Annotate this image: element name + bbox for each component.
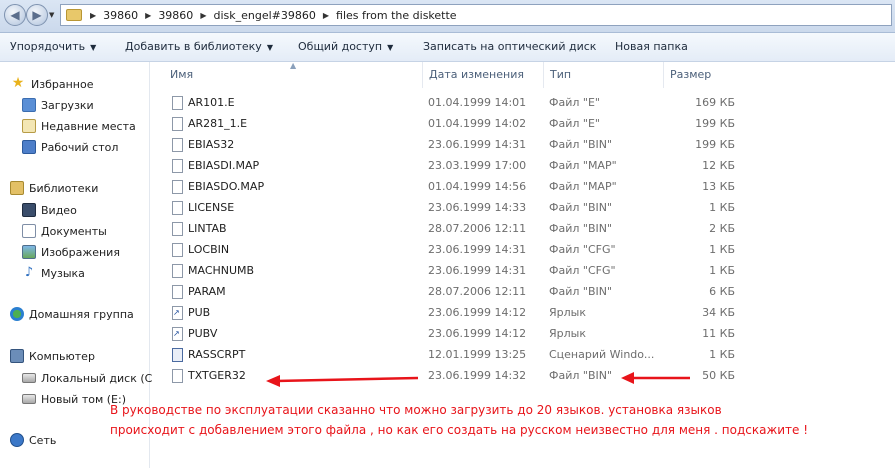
annotation-arrows (266, 372, 690, 387)
annotation-line: В руководстве по эксплуатации сказанно ч… (110, 403, 722, 417)
annotation-line: происходит с добавлением этого файла , н… (110, 423, 809, 437)
arrow-left-icon (266, 375, 419, 387)
annotation-text: В руководстве по эксплуатации сказанно ч… (110, 400, 890, 440)
arrow-left-icon (621, 372, 690, 384)
